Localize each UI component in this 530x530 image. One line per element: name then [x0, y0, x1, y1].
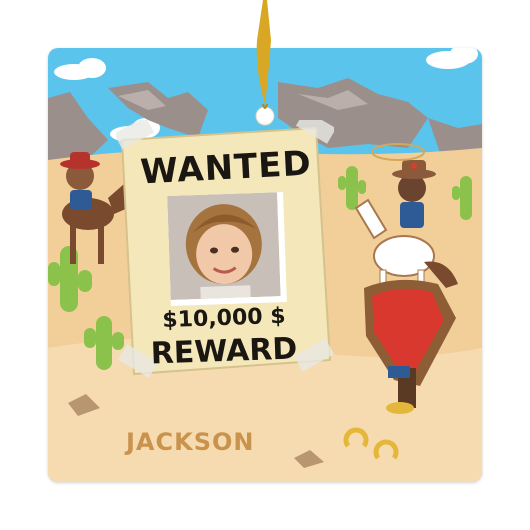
reward-label: REWARD	[150, 331, 298, 372]
ornament-hook	[256, 0, 271, 109]
wanted-poster: WANTED $10,000 $ REWARD	[116, 120, 334, 380]
product-stage: WANTED $10,000 $ REWARD JACKSON	[0, 0, 530, 530]
personalized-name: JACKSON	[126, 428, 255, 456]
child-photo	[167, 192, 287, 306]
